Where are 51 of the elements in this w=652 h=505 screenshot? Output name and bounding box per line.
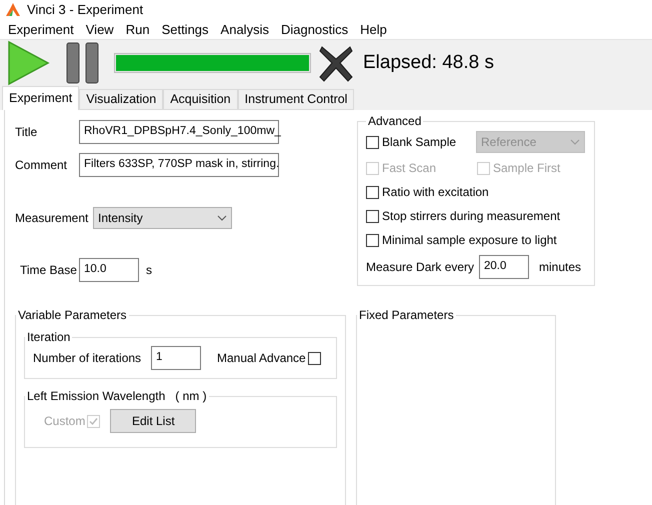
chevron-down-icon [217,215,227,221]
pause-icon[interactable] [66,42,100,84]
group-title: Left Emission Wavelength ( nm ) [26,388,208,405]
menu-item[interactable]: Experiment [2,20,80,39]
checkbox[interactable] [366,186,379,198]
checkbox[interactable] [366,210,379,222]
iterations-label: Number of iterations [33,350,142,367]
time-base-unit: s [146,262,152,279]
checkbox-label: Sample First [493,160,560,177]
checkbox[interactable] [366,234,379,246]
edit-list-button[interactable]: Edit List [110,409,196,433]
menu-item[interactable]: Settings [156,20,215,39]
app-logo-icon [5,2,21,18]
tab[interactable]: Instrument Control [238,89,354,110]
tab[interactable]: Visualization [79,89,164,110]
checkbox-label: Minimal sample exposure to light [382,232,557,249]
input-field[interactable]: 10.0 [79,258,139,282]
group-title: Variable Parameters [17,307,128,324]
measurement-label: Measurement [15,210,90,227]
custom-label: Custom [44,413,86,430]
group-title: Advanced [367,113,422,130]
measure-dark-unit: minutes [539,259,582,276]
chevron-down-icon [570,139,580,145]
input-field[interactable]: Filters 633SP, 770SP mask in, stirring. [79,153,279,177]
comment-label: Comment [15,157,68,174]
checkbox[interactable] [308,352,321,364]
measure-dark-label: Measure Dark every [366,259,476,276]
tab[interactable]: Acquisition [163,89,238,110]
play-icon[interactable] [6,40,50,86]
checkbox-label: Fast Scan [382,160,436,177]
input-field[interactable]: 20.0 [479,255,529,279]
checkbox-label: Stop stirrers during measurement [382,208,560,225]
menu-item[interactable]: Analysis [214,20,275,39]
manual-advance-label: Manual Advance [217,350,306,367]
checkbox-label: Ratio with excitation [382,184,489,201]
menu-item[interactable]: Run [120,20,156,39]
menu-item[interactable]: View [80,20,120,39]
group-title: Fixed Parameters [358,307,455,324]
title-label: Title [15,124,38,141]
measurement-dropdown[interactable]: Intensity [93,207,232,229]
checkbox-label: Blank Sample [382,134,456,151]
input-field[interactable]: RhoVR1_DPBSpH7.4_Sonly_100mw_ [79,120,279,144]
window-title: Vinci 3 - Experiment [27,1,144,19]
checkbox[interactable] [366,136,379,148]
tab[interactable]: Experiment [2,86,80,110]
menu-item[interactable]: Help [354,20,393,39]
input-field[interactable]: 1 [151,346,201,370]
time-base-label: Time Base [20,262,78,279]
group-title: Iteration [26,329,72,346]
menu-item[interactable]: Diagnostics [274,20,354,39]
elapsed-time: Elapsed: 48.8 s [363,50,494,75]
